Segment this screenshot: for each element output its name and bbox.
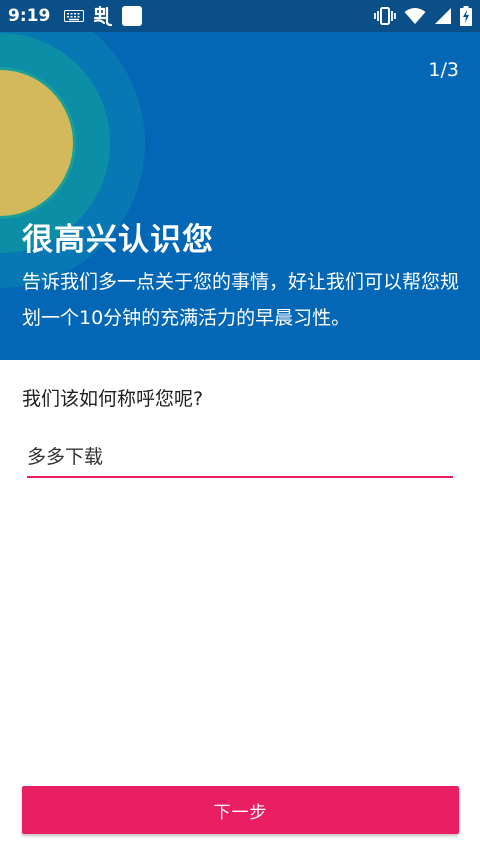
status-left-icons — [64, 5, 143, 27]
square-notification-icon — [122, 6, 143, 26]
signal-icon — [434, 7, 452, 25]
next-button[interactable]: 下一步 — [22, 786, 459, 834]
name-question: 我们该如何称呼您呢? — [22, 388, 204, 410]
status-right-icons — [374, 6, 472, 26]
onboarding-screen: 9:19 1/3 很高兴认识您 告诉我们多一点关于您的事情，好让我们可以帮您规划… — [0, 0, 480, 853]
page-title: 很高兴认识您 — [22, 222, 214, 258]
welcome-header: 1/3 很高兴认识您 告诉我们多一点关于您的事情，好让我们可以帮您规划一个10分… — [0, 32, 480, 360]
app-notification-icon — [92, 5, 114, 27]
wifi-icon — [404, 7, 426, 25]
status-bar: 9:19 — [0, 0, 480, 32]
header-description: 告诉我们多一点关于您的事情，好让我们可以帮您规划一个10分钟的充满活力的早晨习性… — [22, 271, 460, 329]
vibrate-icon — [374, 7, 396, 25]
name-input[interactable] — [27, 434, 453, 478]
keyboard-icon — [64, 10, 85, 22]
battery-charging-icon — [460, 6, 472, 26]
status-time: 9:19 — [8, 6, 51, 26]
page-indicator: 1/3 — [428, 59, 459, 81]
